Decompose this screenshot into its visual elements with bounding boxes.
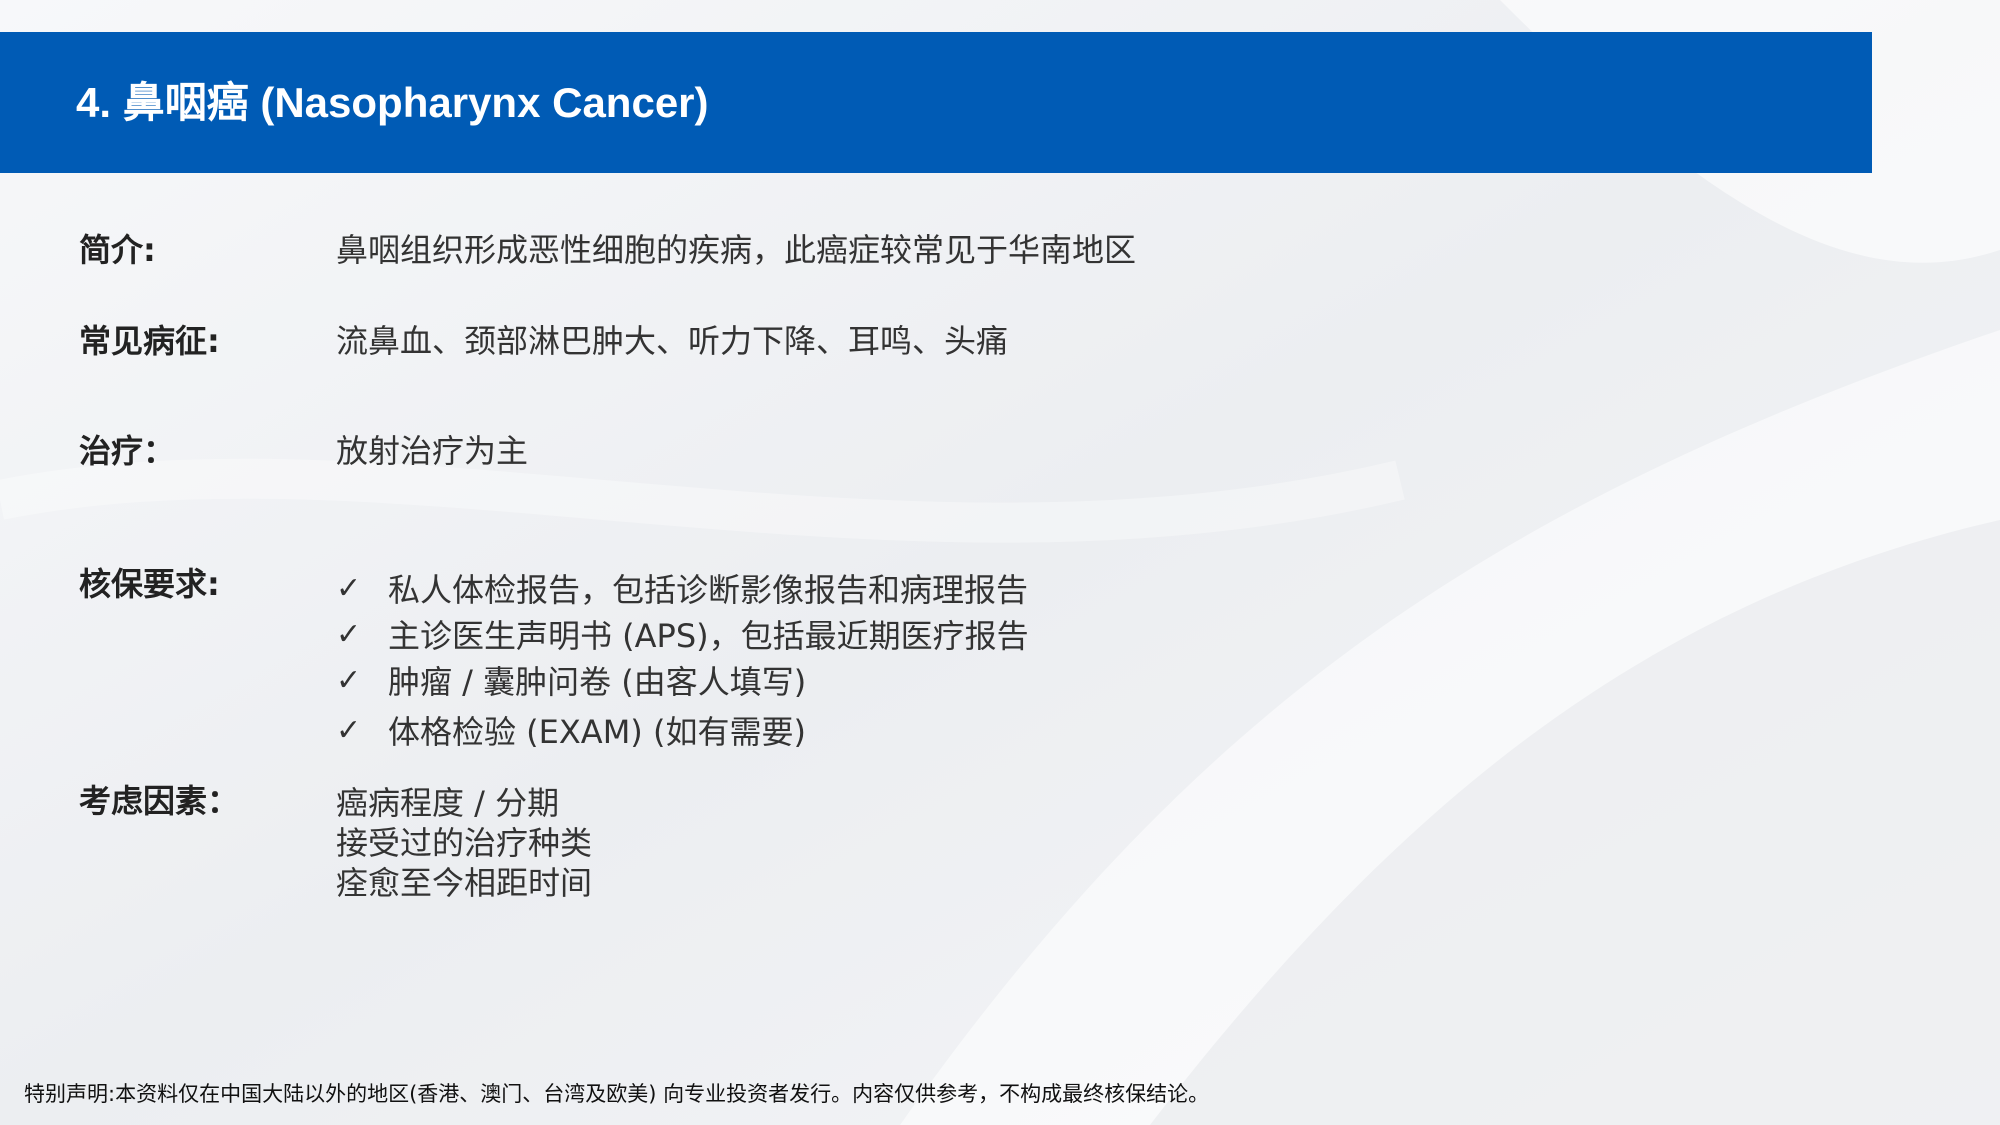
treatment-label: 治疗： bbox=[79, 432, 176, 470]
page-title: 4. 鼻咽癌 (Nasopharynx Cancer) bbox=[76, 79, 709, 126]
factor-item: 癌病程度 / 分期 bbox=[336, 784, 560, 822]
underwriting-checklist: ✓ 私人体检报告，包括诊断影像报告和病理报告 ✓ 主诊医生声明书 (APS)，包… bbox=[336, 565, 1029, 753]
factors-list: 癌病程度 / 分期 接受过的治疗种类 痊愈至今相距时间 bbox=[336, 783, 592, 903]
factor-item: 接受过的治疗种类 bbox=[336, 824, 593, 862]
check-icon: ✓ bbox=[336, 570, 362, 606]
checklist-item-text: 肿瘤 / 囊肿问卷 (由客人填写) bbox=[388, 663, 807, 701]
checklist-item: ✓ 主诊医生声明书 (APS)，包括最近期医疗报告 bbox=[336, 611, 1029, 657]
check-icon: ✓ bbox=[336, 712, 362, 748]
intro-label: 简介: bbox=[79, 231, 156, 269]
underwriting-label: 核保要求: bbox=[79, 565, 220, 603]
factors-label: 考虑因素： bbox=[79, 782, 240, 820]
checklist-item-text: 主诊医生声明书 (APS)，包括最近期医疗报告 bbox=[388, 617, 1029, 655]
intro-value: 鼻咽组织形成恶性细胞的疾病，此癌症较常见于华南地区 bbox=[336, 231, 1137, 269]
treatment-value: 放射治疗为主 bbox=[336, 432, 529, 470]
disclaimer-text: 特别声明:本资料仅在中国大陆以外的地区(香港、澳门、台湾及欧美) 向专业投资者发… bbox=[24, 1082, 1210, 1106]
check-icon: ✓ bbox=[336, 662, 362, 698]
symptoms-label: 常见病征: bbox=[79, 322, 220, 360]
title-banner: 4. 鼻咽癌 (Nasopharynx Cancer) bbox=[0, 32, 1872, 173]
checklist-item: ✓ 私人体检报告，包括诊断影像报告和病理报告 bbox=[336, 565, 1029, 611]
check-icon: ✓ bbox=[336, 616, 362, 652]
symptoms-value: 流鼻血、颈部淋巴肿大、听力下降、耳鸣、头痛 bbox=[336, 322, 1009, 360]
checklist-item: ✓ 肿瘤 / 囊肿问卷 (由客人填写) bbox=[336, 657, 1029, 703]
checklist-item-text: 体格检验 (EXAM) (如有需要) bbox=[388, 713, 806, 751]
factor-item: 痊愈至今相距时间 bbox=[336, 864, 593, 902]
checklist-item-text: 私人体检报告，包括诊断影像报告和病理报告 bbox=[388, 571, 1029, 609]
checklist-item: ✓ 体格检验 (EXAM) (如有需要) bbox=[336, 707, 1029, 753]
